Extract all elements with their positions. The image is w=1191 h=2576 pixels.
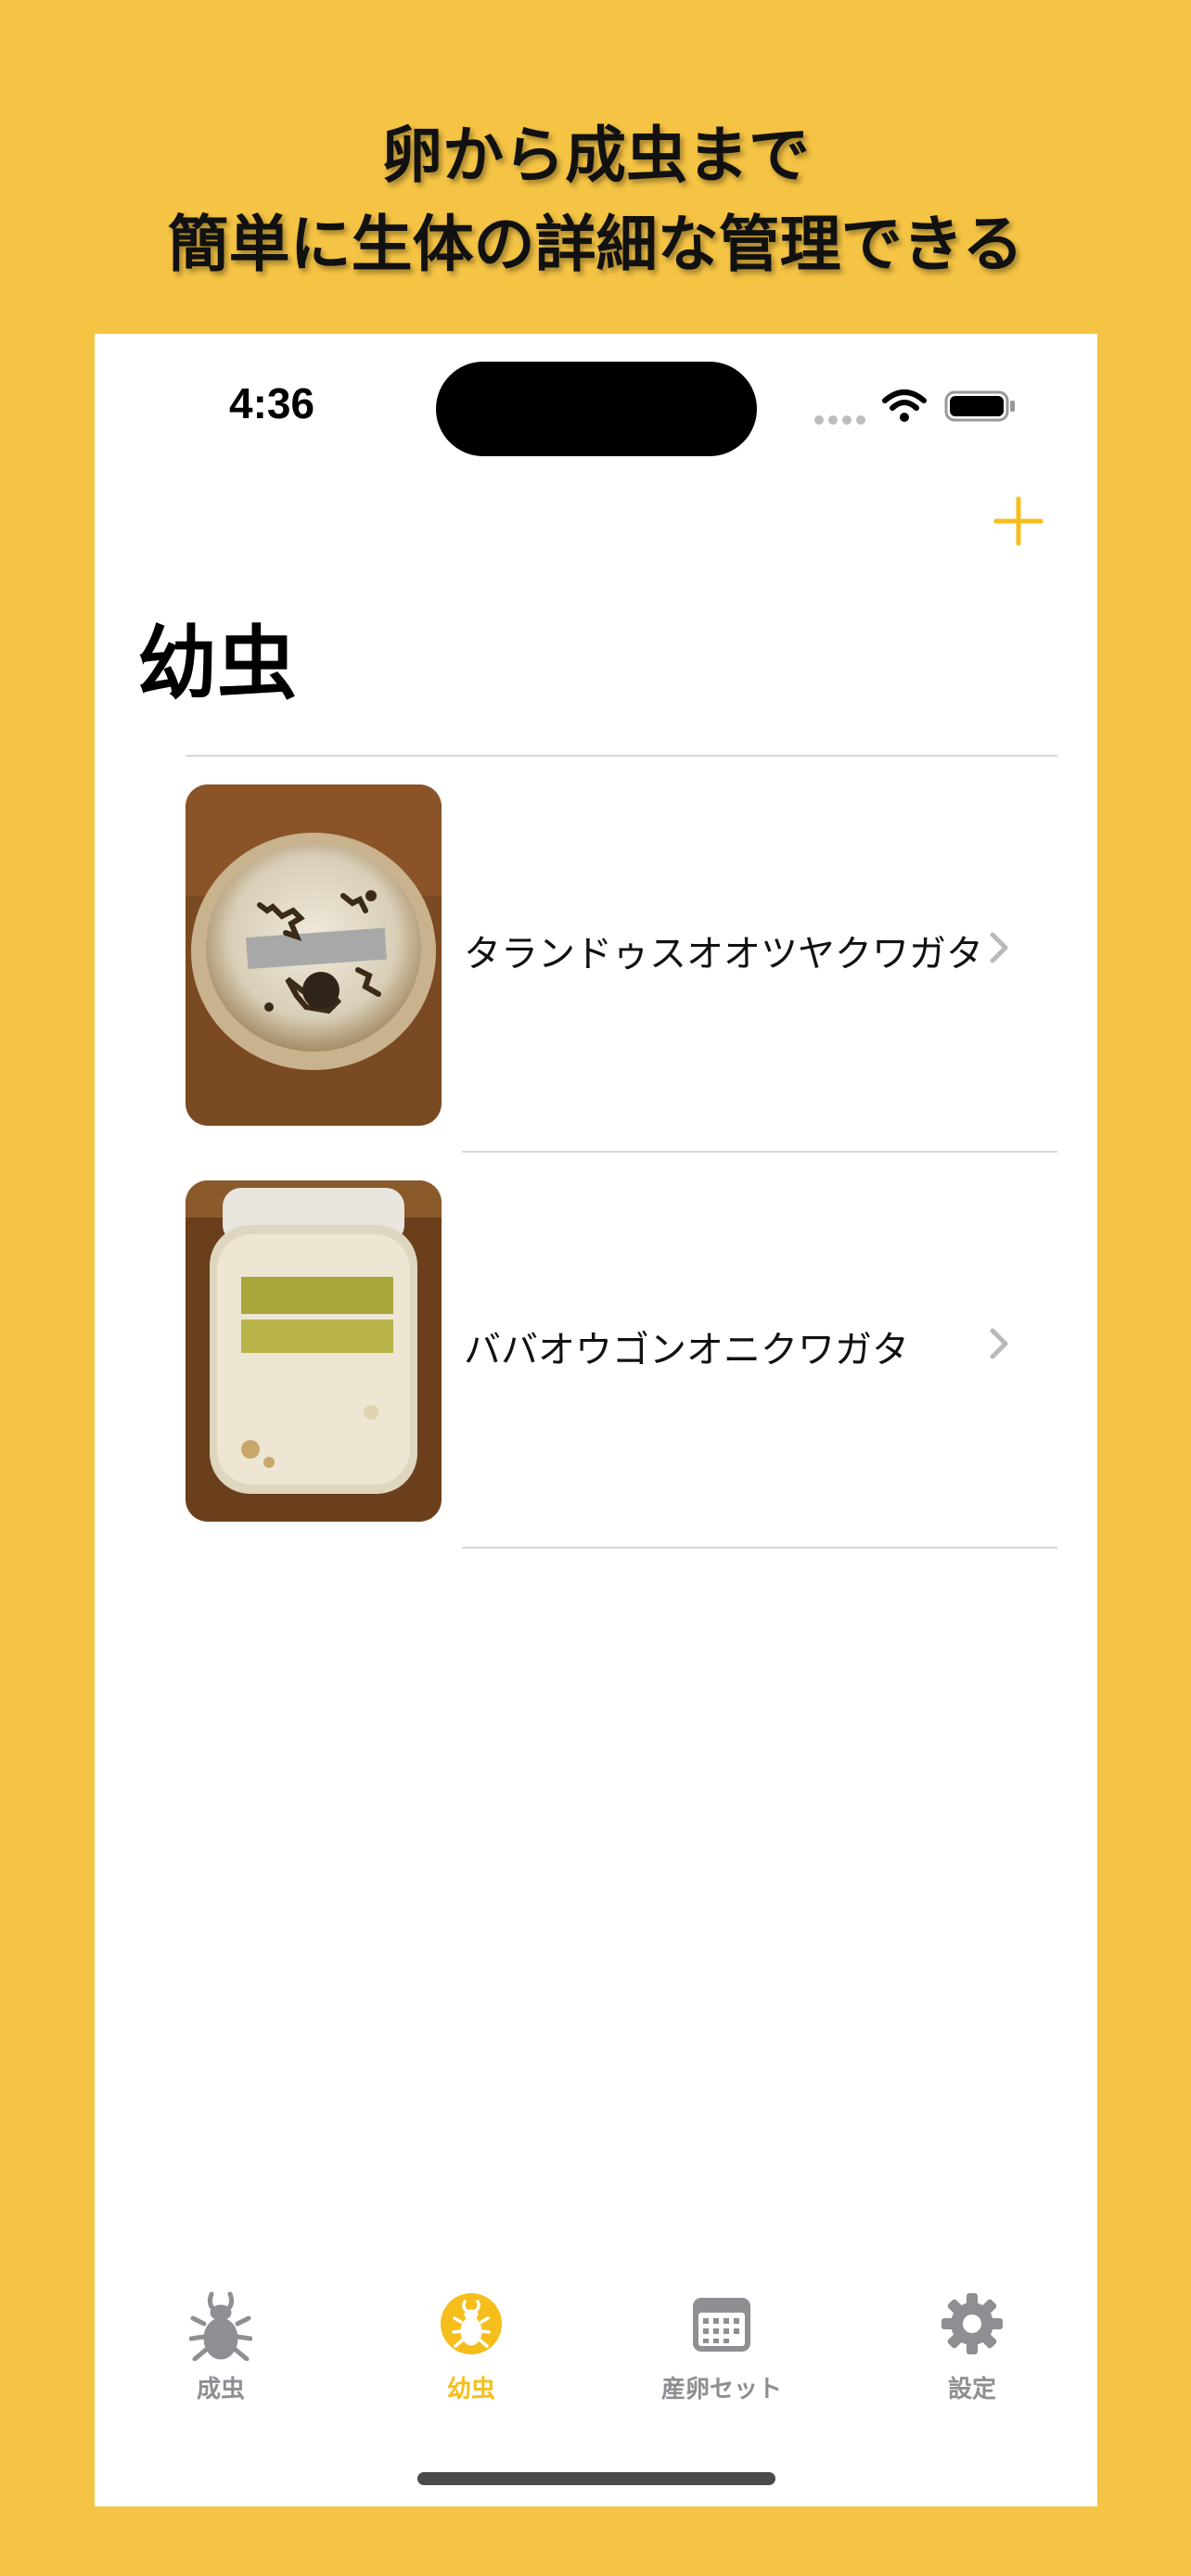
wifi-icon — [882, 389, 927, 422]
tab-label: 成虫 — [196, 2376, 245, 2404]
calendar-icon — [693, 2298, 750, 2352]
list-divider — [462, 1547, 1057, 1549]
list-item[interactable]: ババオウゴンオニクワガタ — [95, 1153, 1097, 1549]
page-title: 幼虫 — [137, 618, 297, 710]
tab-label: 幼虫 — [446, 2376, 495, 2404]
larva-icon — [441, 2293, 502, 2354]
tab-adult[interactable]: 成虫 — [137, 2290, 304, 2411]
tab-label: 設定 — [947, 2376, 996, 2404]
chevron-right-icon — [990, 1328, 1008, 1359]
cellular-signal-icon — [814, 415, 866, 427]
promo-line-1: 卵から成虫まで — [381, 120, 810, 191]
larva-thumbnail — [186, 784, 442, 1126]
beetle-icon — [189, 2291, 252, 2361]
promo-line-2: 簡単に生体の詳細な管理できる — [167, 209, 1024, 280]
battery-icon — [944, 390, 1015, 422]
larva-name: ババオウゴンオニクワガタ — [464, 1329, 909, 1371]
home-indicator[interactable] — [417, 2472, 775, 2485]
tab-settings[interactable]: 設定 — [889, 2290, 1056, 2411]
larva-name: タランドゥスオオツヤクワガタ — [464, 933, 983, 976]
tab-spawning-set[interactable]: 産卵セット — [638, 2290, 805, 2411]
promo-caption: 卵から成虫まで 簡単に生体の詳細な管理できる — [0, 111, 1191, 289]
tab-bar: 成虫 幼虫 産卵セット 設定 — [95, 2290, 1097, 2429]
gear-icon — [941, 2293, 1003, 2354]
chevron-right-icon — [990, 932, 1008, 963]
tab-larva[interactable]: 幼虫 — [388, 2290, 555, 2411]
status-time: 4:36 — [229, 379, 315, 427]
plus-icon — [993, 496, 1044, 546]
list-item[interactable]: タランドゥスオオツヤクワガタ — [95, 757, 1097, 1153]
add-larva-button[interactable] — [991, 493, 1046, 549]
phone-screen: 4:36 幼虫 タランドゥスオオツヤクワガタ ババオウゴンオニクワガタ 成虫 幼… — [95, 334, 1097, 2506]
tab-label: 産卵セット — [660, 2376, 782, 2404]
larva-thumbnail — [186, 1180, 442, 1522]
app-store-screenshot: 卵から成虫まで 簡単に生体の詳細な管理できる 4:36 幼虫 タランドゥスオオツ… — [0, 0, 1191, 2576]
dynamic-island — [436, 362, 757, 456]
